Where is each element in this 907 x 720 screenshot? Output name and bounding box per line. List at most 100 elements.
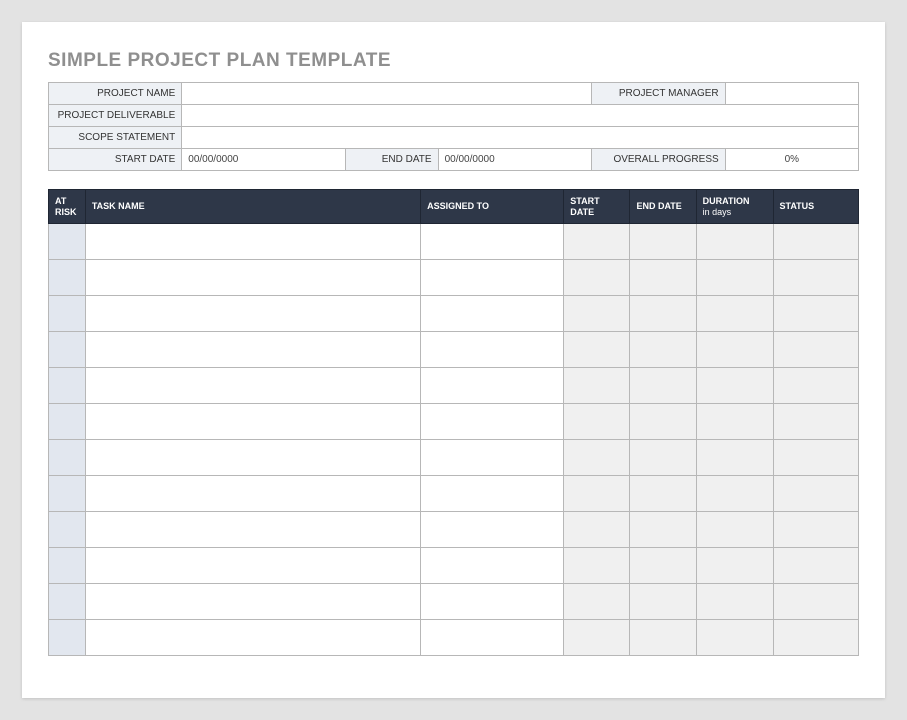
- table-row: [49, 404, 859, 440]
- cell-end-date[interactable]: [630, 296, 696, 332]
- cell-duration[interactable]: [696, 584, 773, 620]
- project-deliverable-label: PROJECT DELIVERABLE: [49, 105, 182, 127]
- cell-assigned-to[interactable]: [421, 224, 564, 260]
- cell-status[interactable]: [773, 440, 858, 476]
- cell-status[interactable]: [773, 368, 858, 404]
- start-date-value[interactable]: 00/00/0000: [182, 149, 346, 171]
- cell-task-name[interactable]: [85, 224, 420, 260]
- cell-at-risk[interactable]: [49, 512, 86, 548]
- cell-at-risk[interactable]: [49, 476, 86, 512]
- col-start-date: START DATE: [564, 190, 630, 224]
- cell-task-name[interactable]: [85, 260, 420, 296]
- cell-duration[interactable]: [696, 620, 773, 656]
- cell-at-risk[interactable]: [49, 548, 86, 584]
- cell-status[interactable]: [773, 512, 858, 548]
- cell-duration[interactable]: [696, 368, 773, 404]
- cell-status[interactable]: [773, 296, 858, 332]
- cell-at-risk[interactable]: [49, 224, 86, 260]
- cell-assigned-to[interactable]: [421, 404, 564, 440]
- cell-assigned-to[interactable]: [421, 548, 564, 584]
- table-row: [49, 368, 859, 404]
- cell-assigned-to[interactable]: [421, 584, 564, 620]
- cell-assigned-to[interactable]: [421, 620, 564, 656]
- table-row: [49, 512, 859, 548]
- cell-duration[interactable]: [696, 548, 773, 584]
- cell-assigned-to[interactable]: [421, 296, 564, 332]
- cell-status[interactable]: [773, 260, 858, 296]
- cell-status[interactable]: [773, 584, 858, 620]
- cell-start-date[interactable]: [564, 368, 630, 404]
- cell-end-date[interactable]: [630, 224, 696, 260]
- cell-status[interactable]: [773, 404, 858, 440]
- cell-task-name[interactable]: [85, 584, 420, 620]
- cell-at-risk[interactable]: [49, 404, 86, 440]
- cell-task-name[interactable]: [85, 440, 420, 476]
- cell-task-name[interactable]: [85, 368, 420, 404]
- cell-assigned-to[interactable]: [421, 368, 564, 404]
- cell-duration[interactable]: [696, 260, 773, 296]
- cell-duration[interactable]: [696, 332, 773, 368]
- overall-progress-value[interactable]: 0%: [725, 149, 858, 171]
- cell-end-date[interactable]: [630, 260, 696, 296]
- cell-start-date[interactable]: [564, 296, 630, 332]
- cell-start-date[interactable]: [564, 224, 630, 260]
- cell-end-date[interactable]: [630, 440, 696, 476]
- cell-assigned-to[interactable]: [421, 476, 564, 512]
- cell-start-date[interactable]: [564, 476, 630, 512]
- cell-at-risk[interactable]: [49, 296, 86, 332]
- cell-task-name[interactable]: [85, 512, 420, 548]
- cell-at-risk[interactable]: [49, 620, 86, 656]
- cell-at-risk[interactable]: [49, 332, 86, 368]
- cell-end-date[interactable]: [630, 620, 696, 656]
- end-date-value[interactable]: 00/00/0000: [438, 149, 592, 171]
- cell-status[interactable]: [773, 548, 858, 584]
- cell-status[interactable]: [773, 620, 858, 656]
- cell-duration[interactable]: [696, 224, 773, 260]
- cell-task-name[interactable]: [85, 548, 420, 584]
- project-manager-label: PROJECT MANAGER: [592, 83, 725, 105]
- cell-task-name[interactable]: [85, 296, 420, 332]
- scope-statement-value[interactable]: [182, 127, 859, 149]
- cell-duration[interactable]: [696, 476, 773, 512]
- cell-at-risk[interactable]: [49, 368, 86, 404]
- project-name-value[interactable]: [182, 83, 592, 105]
- cell-task-name[interactable]: [85, 404, 420, 440]
- cell-start-date[interactable]: [564, 620, 630, 656]
- project-manager-value[interactable]: [725, 83, 858, 105]
- table-row: [49, 476, 859, 512]
- cell-end-date[interactable]: [630, 548, 696, 584]
- cell-assigned-to[interactable]: [421, 512, 564, 548]
- cell-end-date[interactable]: [630, 404, 696, 440]
- cell-duration[interactable]: [696, 440, 773, 476]
- cell-start-date[interactable]: [564, 512, 630, 548]
- cell-task-name[interactable]: [85, 332, 420, 368]
- cell-assigned-to[interactable]: [421, 440, 564, 476]
- cell-start-date[interactable]: [564, 404, 630, 440]
- cell-status[interactable]: [773, 476, 858, 512]
- cell-at-risk[interactable]: [49, 584, 86, 620]
- task-header-row: AT RISK TASK NAME ASSIGNED TO START DATE…: [49, 190, 859, 224]
- cell-assigned-to[interactable]: [421, 260, 564, 296]
- cell-start-date[interactable]: [564, 584, 630, 620]
- cell-duration[interactable]: [696, 296, 773, 332]
- cell-at-risk[interactable]: [49, 260, 86, 296]
- cell-end-date[interactable]: [630, 368, 696, 404]
- cell-task-name[interactable]: [85, 476, 420, 512]
- cell-start-date[interactable]: [564, 440, 630, 476]
- project-deliverable-value[interactable]: [182, 105, 859, 127]
- cell-duration[interactable]: [696, 404, 773, 440]
- cell-at-risk[interactable]: [49, 440, 86, 476]
- cell-end-date[interactable]: [630, 512, 696, 548]
- cell-status[interactable]: [773, 224, 858, 260]
- project-name-label: PROJECT NAME: [49, 83, 182, 105]
- cell-start-date[interactable]: [564, 548, 630, 584]
- cell-end-date[interactable]: [630, 584, 696, 620]
- cell-end-date[interactable]: [630, 476, 696, 512]
- cell-assigned-to[interactable]: [421, 332, 564, 368]
- cell-end-date[interactable]: [630, 332, 696, 368]
- cell-start-date[interactable]: [564, 332, 630, 368]
- cell-start-date[interactable]: [564, 260, 630, 296]
- cell-task-name[interactable]: [85, 620, 420, 656]
- cell-status[interactable]: [773, 332, 858, 368]
- cell-duration[interactable]: [696, 512, 773, 548]
